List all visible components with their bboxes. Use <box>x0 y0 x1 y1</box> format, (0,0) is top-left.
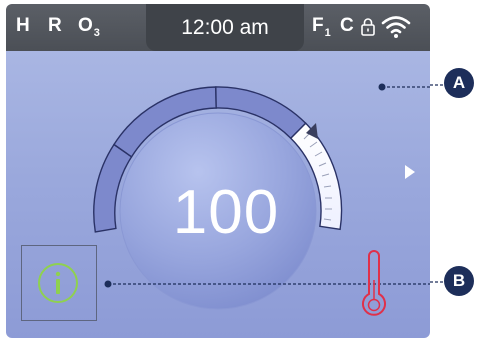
main-screen: 100 <box>6 51 430 338</box>
chevron-right-icon[interactable] <box>403 163 417 181</box>
clock-display[interactable]: 12:00 am <box>146 4 304 51</box>
time-label: 12:00 am <box>181 15 269 39</box>
callout-b-connector <box>430 281 446 283</box>
recirculation-indicator: R <box>48 15 62 36</box>
info-highlight-box <box>21 245 97 321</box>
wifi-icon <box>381 16 411 38</box>
heater-indicator: H <box>16 15 30 36</box>
thermometer-icon[interactable] <box>359 250 389 322</box>
callout-a-dot <box>378 83 386 91</box>
lock-icon <box>361 18 375 36</box>
callout-a-connector <box>430 84 446 86</box>
info-icon[interactable] <box>35 260 81 306</box>
status-bar: H R O3 12:00 am F1 C <box>6 4 430 51</box>
callout-a-badge: A <box>444 68 474 98</box>
set-temperature-value: 100 <box>172 178 280 247</box>
callout-b-badge: B <box>444 266 474 296</box>
filter-indicator: F1 <box>312 15 331 40</box>
ozone-indicator: O3 <box>78 15 100 40</box>
cleanup-indicator: C <box>340 15 354 36</box>
spa-control-screen: H R O3 12:00 am F1 C 100 <box>6 4 430 338</box>
callout-b-dot <box>104 280 112 288</box>
